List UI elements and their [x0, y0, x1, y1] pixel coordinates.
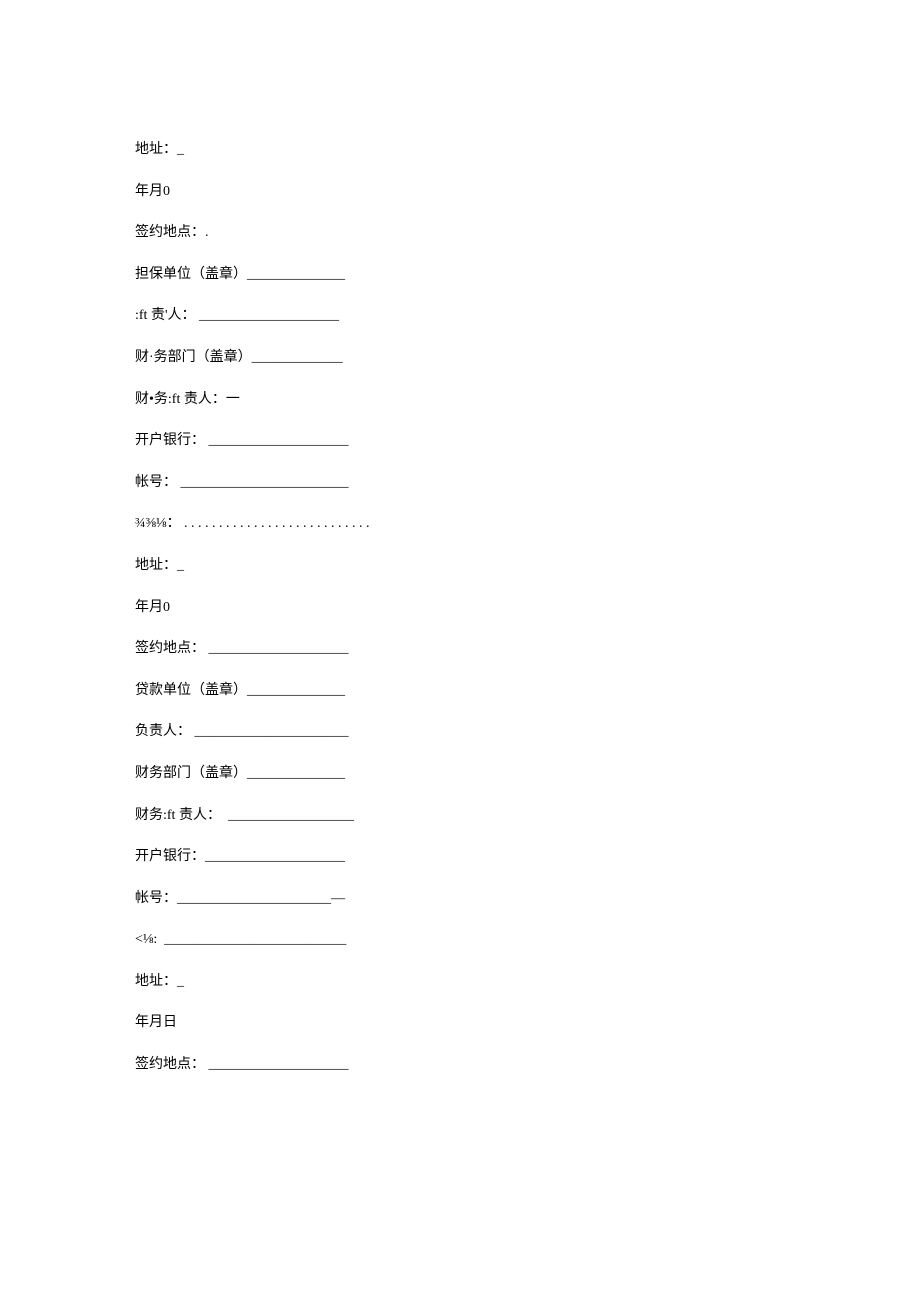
text-line: 年月0	[135, 182, 835, 202]
text-line: 负责人： ______________________	[135, 722, 835, 742]
text-line: 地址：_	[135, 140, 835, 160]
text-line: 开户银行：____________________	[135, 847, 835, 867]
text-line: 帐号：______________________—	[135, 889, 835, 909]
document-page: 地址：_ 年月0 签约地点：. 担保单位（盖章）______________ :…	[0, 0, 835, 1075]
text-line: 年月0	[135, 598, 835, 618]
text-line: 财•务:ft 责人：一	[135, 390, 835, 410]
text-line: 签约地点： ____________________	[135, 639, 835, 659]
text-line: 担保单位（盖章）______________	[135, 265, 835, 285]
text-line: 财务:ft 责人： __________________	[135, 806, 835, 826]
text-line: 开户银行： ____________________	[135, 431, 835, 451]
text-line: 财务部门（盖章）______________	[135, 764, 835, 784]
text-line: <⅛: __________________________	[135, 930, 835, 950]
text-line: 年月日	[135, 1013, 835, 1033]
text-line: 财·务部门（盖章）_____________	[135, 348, 835, 368]
text-line: ¾⅜⅛： . . . . . . . . . . . . . . . . . .…	[135, 514, 835, 534]
text-line: :ft 责'人： ____________________	[135, 306, 835, 326]
text-line: 签约地点：.	[135, 223, 835, 243]
text-line: 地址：_	[135, 972, 835, 992]
text-line: 贷款单位（盖章）______________	[135, 681, 835, 701]
text-line: 地址：_	[135, 556, 835, 576]
text-line: 帐号： ________________________	[135, 473, 835, 493]
text-line: 签约地点： ____________________	[135, 1055, 835, 1075]
